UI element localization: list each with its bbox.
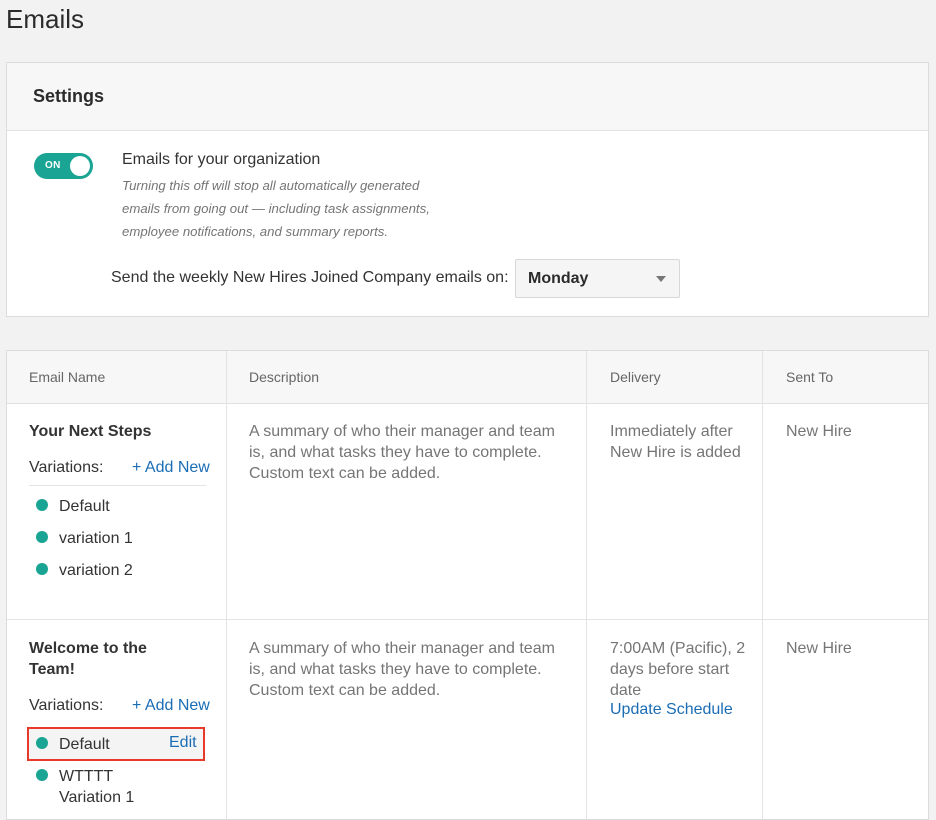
variation-item[interactable]: variation 2 bbox=[59, 560, 133, 581]
status-dot bbox=[36, 531, 48, 543]
email-delivery: Immediately after New Hire is added bbox=[610, 421, 741, 463]
variations-label: Variations: bbox=[29, 459, 104, 476]
column-divider bbox=[762, 351, 763, 819]
emails-table: Email Name Description Delivery Sent To … bbox=[6, 350, 929, 820]
variation-item[interactable]: WTTTT Variation 1 bbox=[59, 766, 134, 808]
email-sent-to: New Hire bbox=[786, 423, 852, 440]
column-divider bbox=[226, 351, 227, 819]
variation-item[interactable]: variation 1 bbox=[59, 528, 133, 549]
column-header-sent-to: Sent To bbox=[786, 369, 834, 385]
status-dot bbox=[36, 737, 48, 749]
email-description: A summary of who their manager and team … bbox=[249, 638, 555, 701]
delivery-line: New Hire is added bbox=[610, 444, 741, 461]
description-line: Custom text can be added. bbox=[249, 682, 441, 699]
org-emails-title: Emails for your organization bbox=[122, 151, 321, 168]
variation-name-line: WTTTT bbox=[59, 768, 114, 785]
org-emails-description: Turning this off will stop all automatic… bbox=[122, 174, 452, 243]
table-header: Email Name Description Delivery Sent To bbox=[7, 351, 928, 404]
description-line: is, and what tasks they have to complete… bbox=[249, 444, 542, 461]
description-line: Custom text can be added. bbox=[249, 465, 441, 482]
variations-label: Variations: bbox=[29, 697, 104, 714]
email-name-line: Team! bbox=[29, 661, 75, 678]
email-name: Welcome to the Team! bbox=[29, 638, 147, 680]
settings-card: Settings ON Emails for your organization… bbox=[6, 62, 929, 317]
toggle-label: ON bbox=[45, 160, 61, 171]
status-dot bbox=[36, 769, 48, 781]
description-line: is, and what tasks they have to complete… bbox=[249, 661, 542, 678]
weekly-day-select[interactable]: Monday bbox=[515, 259, 680, 298]
variation-name-line: Variation 1 bbox=[59, 789, 135, 806]
chevron-down-icon bbox=[656, 276, 666, 282]
org-desc-line: emails from going out — including task a… bbox=[122, 201, 430, 216]
column-header-delivery: Delivery bbox=[610, 369, 661, 385]
delivery-line: days before start bbox=[610, 661, 730, 678]
delivery-line: Immediately after bbox=[610, 423, 733, 440]
update-schedule-link[interactable]: Update Schedule bbox=[610, 701, 733, 719]
description-line: A summary of who their manager and team bbox=[249, 423, 555, 440]
status-dot bbox=[36, 499, 48, 511]
row-divider bbox=[7, 619, 928, 620]
email-sent-to: New Hire bbox=[786, 640, 852, 657]
weekly-day-value: Monday bbox=[528, 269, 589, 287]
email-name-line: Welcome to the bbox=[29, 640, 147, 657]
page-title: Emails bbox=[6, 4, 85, 34]
settings-header: Settings bbox=[7, 63, 928, 131]
email-name: Your Next Steps bbox=[29, 423, 152, 440]
edit-variation-link[interactable]: Edit bbox=[169, 734, 197, 752]
divider bbox=[29, 485, 206, 486]
email-delivery: 7:00AM (Pacific), 2 days before start da… bbox=[610, 638, 745, 701]
add-new-variation-link[interactable]: + Add New bbox=[132, 459, 210, 477]
org-desc-line: employee notifications, and summary repo… bbox=[122, 224, 389, 239]
delivery-line: 7:00AM (Pacific), 2 bbox=[610, 640, 746, 657]
column-header-email-name: Email Name bbox=[29, 369, 106, 385]
toggle-knob bbox=[70, 156, 90, 176]
delivery-line: date bbox=[610, 682, 642, 699]
org-desc-line: Turning this off will stop all automatic… bbox=[122, 178, 420, 193]
column-header-description: Description bbox=[249, 369, 320, 385]
emails-toggle[interactable]: ON bbox=[34, 153, 93, 179]
email-description: A summary of who their manager and team … bbox=[249, 421, 555, 484]
column-divider bbox=[586, 351, 587, 819]
variation-item[interactable]: Default bbox=[59, 496, 110, 517]
add-new-variation-link[interactable]: + Add New bbox=[132, 697, 210, 715]
status-dot bbox=[36, 563, 48, 575]
variation-item[interactable]: Default bbox=[59, 734, 110, 755]
weekly-email-label: Send the weekly New Hires Joined Company… bbox=[111, 269, 509, 286]
description-line: A summary of who their manager and team bbox=[249, 640, 555, 657]
